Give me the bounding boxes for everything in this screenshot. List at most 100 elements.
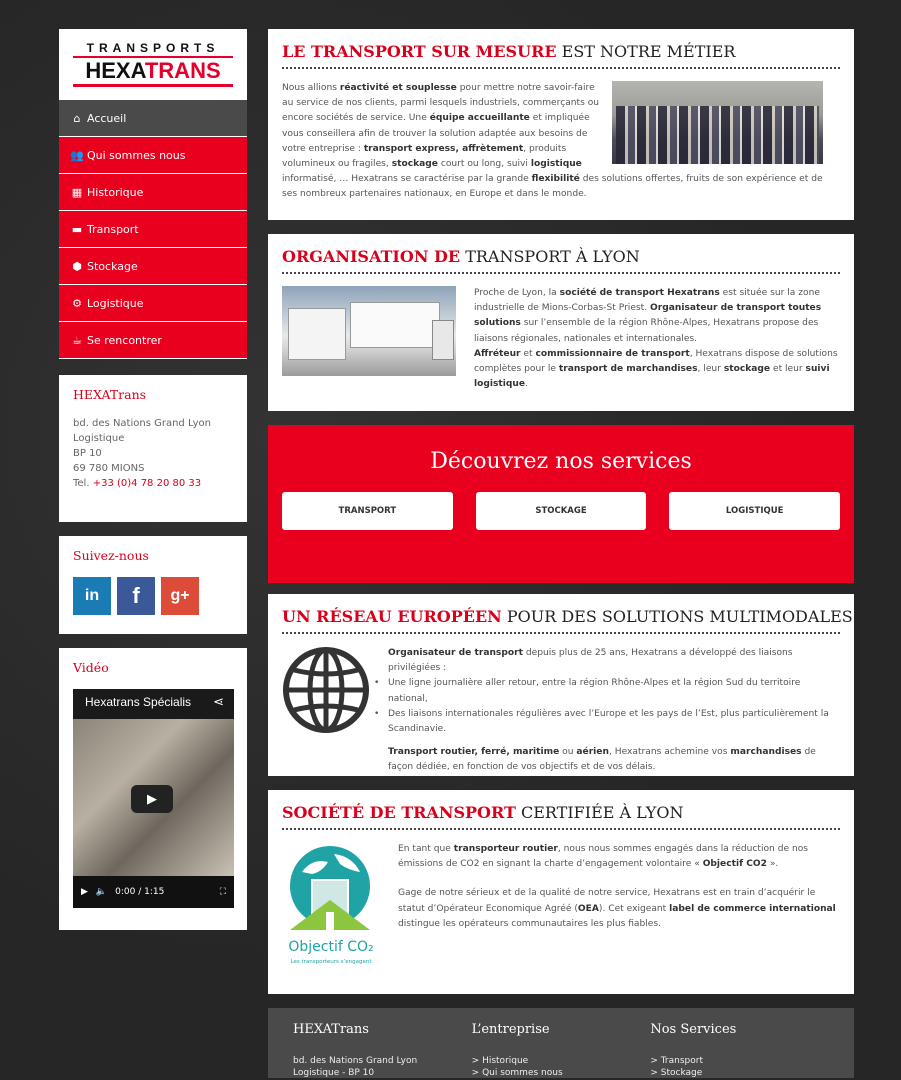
footer-line: bd. des Nations Grand Lyon xyxy=(293,1056,418,1066)
section-title: LE TRANSPORT SUR MESURE EST NOTRE MÉTIER xyxy=(282,42,840,69)
nav-item-transport[interactable]: ▬ Transport xyxy=(59,211,247,248)
footer-col-services: Nos Services > Transport > Stockage xyxy=(650,1022,829,1078)
title-rest: EST NOTRE MÉTIER xyxy=(556,42,736,61)
video-title: Vidéo xyxy=(73,660,109,675)
nav-label: Logistique xyxy=(87,296,144,310)
nav-item-historique[interactable]: ▦ Historique xyxy=(59,174,247,211)
video-player[interactable]: Hexatrans Spécialis ⋖ ▶ ▶ 🔈 0:00 / 1:15 … xyxy=(73,689,234,908)
section-title: ORGANISATION DE TRANSPORT À LYON xyxy=(282,247,840,274)
nav-item-se-rencontrer[interactable]: ☕ Se rencontrer xyxy=(59,322,247,359)
truck-icon: ▬ xyxy=(71,222,83,236)
play-icon[interactable]: ▶ xyxy=(131,785,173,813)
services-buttons: TRANSPORT STOCKAGE LOGISTIQUE xyxy=(282,492,841,530)
section-reseau-europeen: UN RÉSEAU EUROPÉEN POUR DES SOLUTIONS MU… xyxy=(268,594,854,776)
liaisons-list: Une ligne journalière aller retour, entr… xyxy=(374,676,840,737)
nav-item-qui-sommes-nous[interactable]: 👥 Qui sommes nous xyxy=(59,137,247,174)
home-icon: ⌂ xyxy=(73,111,81,125)
footer-col-hexatrans: HEXATrans bd. des Nations Grand Lyon Log… xyxy=(293,1022,472,1078)
co2-logo-sub: Les transporteurs s’engagent xyxy=(290,959,372,966)
main-nav: ⌂ Accueil 👥 Qui sommes nous ▦ Historique ▬ T… xyxy=(59,100,247,359)
title-rest: CERTIFIÉE À LYON xyxy=(515,803,684,822)
nav-label: Transport xyxy=(87,222,139,236)
footer-line: Logistique - BP 10 xyxy=(293,1068,375,1078)
contact-box: HEXATrans bd. des Nations Grand Lyon Log… xyxy=(59,375,247,522)
social-box: Suivez-nous in f g+ xyxy=(59,536,247,634)
footer-link[interactable]: > Stockage xyxy=(650,1067,829,1079)
section-title: SOCIÉTÉ DE TRANSPORT CERTIFIÉE À LYON xyxy=(282,803,840,830)
logo[interactable]: TRANSPORTS HEXATRANS xyxy=(59,29,247,100)
social-links: in f g+ xyxy=(73,577,233,615)
section-text: Nous allions réactivité et souplesse pou… xyxy=(282,81,823,200)
coffee-icon: ☕ xyxy=(72,333,82,347)
video-box: Vidéo Hexatrans Spécialis ⋖ ▶ ▶ 🔈 0:00 /… xyxy=(59,648,247,930)
footer: HEXATrans bd. des Nations Grand Lyon Log… xyxy=(268,1008,854,1078)
volume-icon[interactable]: 🔈 xyxy=(96,887,107,897)
nav-label: Qui sommes nous xyxy=(87,148,186,162)
nav-label: Stockage xyxy=(87,259,138,273)
transport-button[interactable]: TRANSPORT xyxy=(282,492,453,530)
phone-link[interactable]: +33 (0)4 78 20 80 33 xyxy=(93,478,201,489)
objectif-co2-logo: Objectif CO₂ Les transporteurs s’engagen… xyxy=(282,842,380,965)
video-player-title: Hexatrans Spécialis xyxy=(85,695,192,709)
main-content: LE TRANSPORT SUR MESURE EST NOTRE MÉTIER… xyxy=(268,29,854,1078)
nav-item-logistique[interactable]: ⚙ Logistique xyxy=(59,285,247,322)
logo-trans: TRANS xyxy=(144,58,221,83)
list-item: Une ligne journalière aller retour, entr… xyxy=(374,676,840,706)
title-highlight: LE TRANSPORT SUR MESURE xyxy=(282,42,557,61)
stockage-button[interactable]: STOCKAGE xyxy=(475,492,647,530)
social-title: Suivez-nous xyxy=(73,548,149,563)
section-text: Proche de Lyon, la société de transport … xyxy=(282,286,840,392)
video-controls: ▶ 🔈 0:00 / 1:15 ⛶ xyxy=(73,876,234,908)
nav-label: Se rencontrer xyxy=(87,333,162,347)
gears-icon: ⚙ xyxy=(72,296,82,310)
team-photo xyxy=(612,81,823,164)
phone-line: Tel. +33 (0)4 78 20 80 33 xyxy=(73,476,233,491)
nav-item-stockage[interactable]: ⬢ Stockage xyxy=(59,248,247,285)
title-rest: TRANSPORT À LYON xyxy=(460,247,640,266)
list-item: Des liaisons internationales régulières … xyxy=(374,707,840,737)
title-highlight: SOCIÉTÉ DE TRANSPORT xyxy=(282,803,516,822)
facebook-icon[interactable]: f xyxy=(117,577,155,615)
footer-link[interactable]: > Transport xyxy=(650,1055,829,1067)
video-time: 0:00 / 1:15 xyxy=(115,887,165,897)
address-line: 69 780 MIONS xyxy=(73,463,145,474)
share-icon[interactable]: ⋖ xyxy=(213,695,224,710)
calendar-icon: ▦ xyxy=(71,185,83,199)
logistique-button[interactable]: LOGISTIQUE xyxy=(669,492,841,530)
services-banner: Découvrez nos services TRANSPORT STOCKAG… xyxy=(268,425,854,583)
footer-title: HEXATrans xyxy=(293,1022,369,1037)
footer-title: L’entreprise xyxy=(471,1022,550,1037)
section-title: UN RÉSEAU EUROPÉEN POUR DES SOLUTIONS MU… xyxy=(282,607,853,634)
google-plus-icon[interactable]: g+ xyxy=(161,577,199,615)
footer-title: Nos Services xyxy=(650,1022,737,1037)
section-sur-mesure: LE TRANSPORT SUR MESURE EST NOTRE MÉTIER… xyxy=(268,29,854,220)
address-line: BP 10 xyxy=(73,448,102,459)
title-highlight: UN RÉSEAU EUROPÉEN xyxy=(282,607,502,626)
section-certifiee: SOCIÉTÉ DE TRANSPORT CERTIFIÉE À LYON Ob… xyxy=(268,790,854,994)
users-icon: 👥 xyxy=(70,148,84,162)
globe-icon xyxy=(283,647,369,733)
title-highlight: ORGANISATION DE xyxy=(282,247,461,266)
services-title: Découvrez nos services xyxy=(430,449,692,474)
logo-top-text: TRANSPORTS xyxy=(73,41,233,58)
footer-link[interactable]: > Historique xyxy=(472,1055,651,1067)
nav-item-accueil[interactable]: ⌂ Accueil xyxy=(59,100,247,137)
sidebar: TRANSPORTS HEXATRANS ⌂ Accueil 👥 Qui somme… xyxy=(59,29,247,930)
title-rest: POUR DES SOLUTIONS MULTIMODALES xyxy=(501,607,853,626)
fullscreen-icon[interactable]: ⛶ xyxy=(220,887,226,897)
address-line: Logistique xyxy=(73,433,125,444)
play-small-icon[interactable]: ▶ xyxy=(81,887,88,897)
nav-label: Historique xyxy=(87,185,144,199)
footer-link[interactable]: > Qui sommes nous xyxy=(472,1067,651,1079)
nav-label: Accueil xyxy=(87,111,127,125)
section-text: Objectif CO₂ Les transporteurs s’engagen… xyxy=(282,842,840,965)
logo-main-text: HEXATRANS xyxy=(73,58,233,87)
phone-label: Tel. xyxy=(73,478,93,489)
contact-title: HEXATrans xyxy=(73,387,147,402)
linkedin-icon[interactable]: in xyxy=(73,577,111,615)
footer-col-entreprise: L’entreprise > Historique > Qui sommes n… xyxy=(471,1022,651,1078)
section-text: Organisateur de transport depuis plus de… xyxy=(282,646,840,776)
co2-logo-text: Objectif CO₂ xyxy=(288,939,374,956)
section-organisation: ORGANISATION DE TRANSPORT À LYON Proche … xyxy=(268,234,854,411)
logo-hexa: HEXA xyxy=(85,58,145,83)
